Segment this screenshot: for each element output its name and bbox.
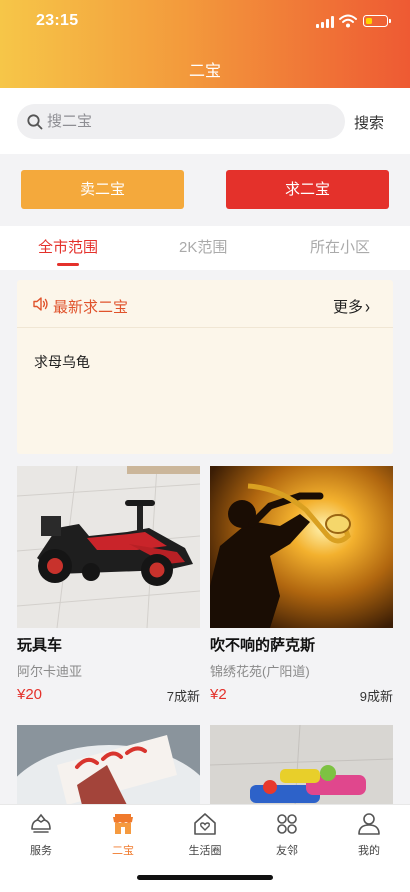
latest-wants-title: 最新求二宝 — [53, 299, 129, 316]
product-name: 玩具车 — [17, 637, 63, 654]
active-tab-indicator — [57, 263, 79, 266]
shop-icon — [113, 814, 133, 834]
battery-icon — [363, 15, 391, 27]
product-card[interactable]: 吹不响的萨克斯 锦绣花苑(广阳道) ¥2 9成新 — [210, 466, 393, 706]
product-image-cake — [17, 725, 200, 804]
tabbar-item-erbao[interactable]: 二宝 — [93, 811, 153, 858]
product-image-saxophone — [210, 466, 393, 628]
speaker-icon — [33, 297, 48, 311]
status-bar: 23:15 — [0, 0, 410, 44]
tabbar-label: 生活圈 — [188, 845, 222, 857]
search-box[interactable] — [17, 104, 345, 139]
tabbar-label: 服务 — [30, 845, 52, 857]
want-item[interactable]: 求母乌龟 — [34, 352, 90, 372]
product-price: ¥2 — [210, 686, 227, 703]
tab-2k-range[interactable]: 2K范围 — [179, 236, 227, 257]
tab-citywide[interactable]: 全市范围 — [38, 236, 98, 257]
product-condition: 7成新 — [166, 689, 200, 704]
house-heart-icon — [194, 813, 216, 835]
product-card[interactable] — [210, 725, 393, 804]
want-button[interactable]: 求二宝 — [226, 170, 389, 209]
product-image-toy-car — [17, 466, 200, 628]
more-label: 更多 — [333, 299, 364, 316]
search-button[interactable]: 搜索 — [354, 112, 384, 133]
tabbar-item-service[interactable]: 服务 — [11, 811, 71, 858]
more-link[interactable]: 更多 › — [333, 296, 370, 317]
service-icon — [31, 813, 51, 833]
search-icon — [27, 114, 43, 130]
sell-button[interactable]: 卖二宝 — [21, 170, 184, 209]
product-image-water-guns — [210, 725, 393, 804]
home-indicator — [137, 875, 273, 880]
tabbar-item-life-circle[interactable]: 生活圈 — [175, 811, 235, 858]
latest-wants-card: 最新求二宝 更多 › 求母乌龟 — [17, 280, 393, 454]
tabbar-label: 友邻 — [276, 845, 298, 857]
latest-wants-header: 最新求二宝 更多 › — [17, 280, 393, 328]
app-header: 23:15 二宝 — [0, 0, 410, 88]
tabbar-item-mine[interactable]: 我的 — [339, 811, 399, 858]
tabbar-label: 二宝 — [112, 845, 134, 857]
wifi-icon — [339, 14, 357, 28]
range-tabs: 全市范围 2K范围 所在小区 — [0, 226, 410, 270]
product-card[interactable] — [17, 725, 200, 804]
product-card[interactable]: 玩具车 阿尔卡迪亚 ¥20 7成新 — [17, 466, 200, 706]
tab-community[interactable]: 所在小区 — [310, 236, 370, 257]
product-price: ¥20 — [17, 686, 43, 703]
tabbar-label: 我的 — [358, 845, 380, 857]
person-icon — [358, 813, 380, 835]
grid-icon — [277, 814, 297, 834]
search-input[interactable] — [47, 104, 337, 139]
product-location: 锦绣花苑(广阳道) — [210, 664, 310, 679]
page-title: 二宝 — [188, 63, 221, 80]
chevron-right-icon: › — [365, 297, 371, 318]
product-condition: 9成新 — [359, 689, 393, 704]
tabbar-item-neighbors[interactable]: 友邻 — [257, 811, 317, 858]
status-time: 23:15 — [36, 12, 79, 29]
search-bar: 搜索 — [0, 88, 410, 154]
product-name: 吹不响的萨克斯 — [210, 637, 316, 654]
signal-icon — [316, 16, 334, 28]
content-scroll[interactable]: 最新求二宝 更多 › 求母乌龟 玩具车 阿尔卡迪亚 ¥20 7成新 吹不响的萨克… — [0, 270, 410, 804]
product-location: 阿尔卡迪亚 — [17, 664, 83, 679]
action-buttons: 卖二宝 求二宝 — [0, 154, 410, 226]
